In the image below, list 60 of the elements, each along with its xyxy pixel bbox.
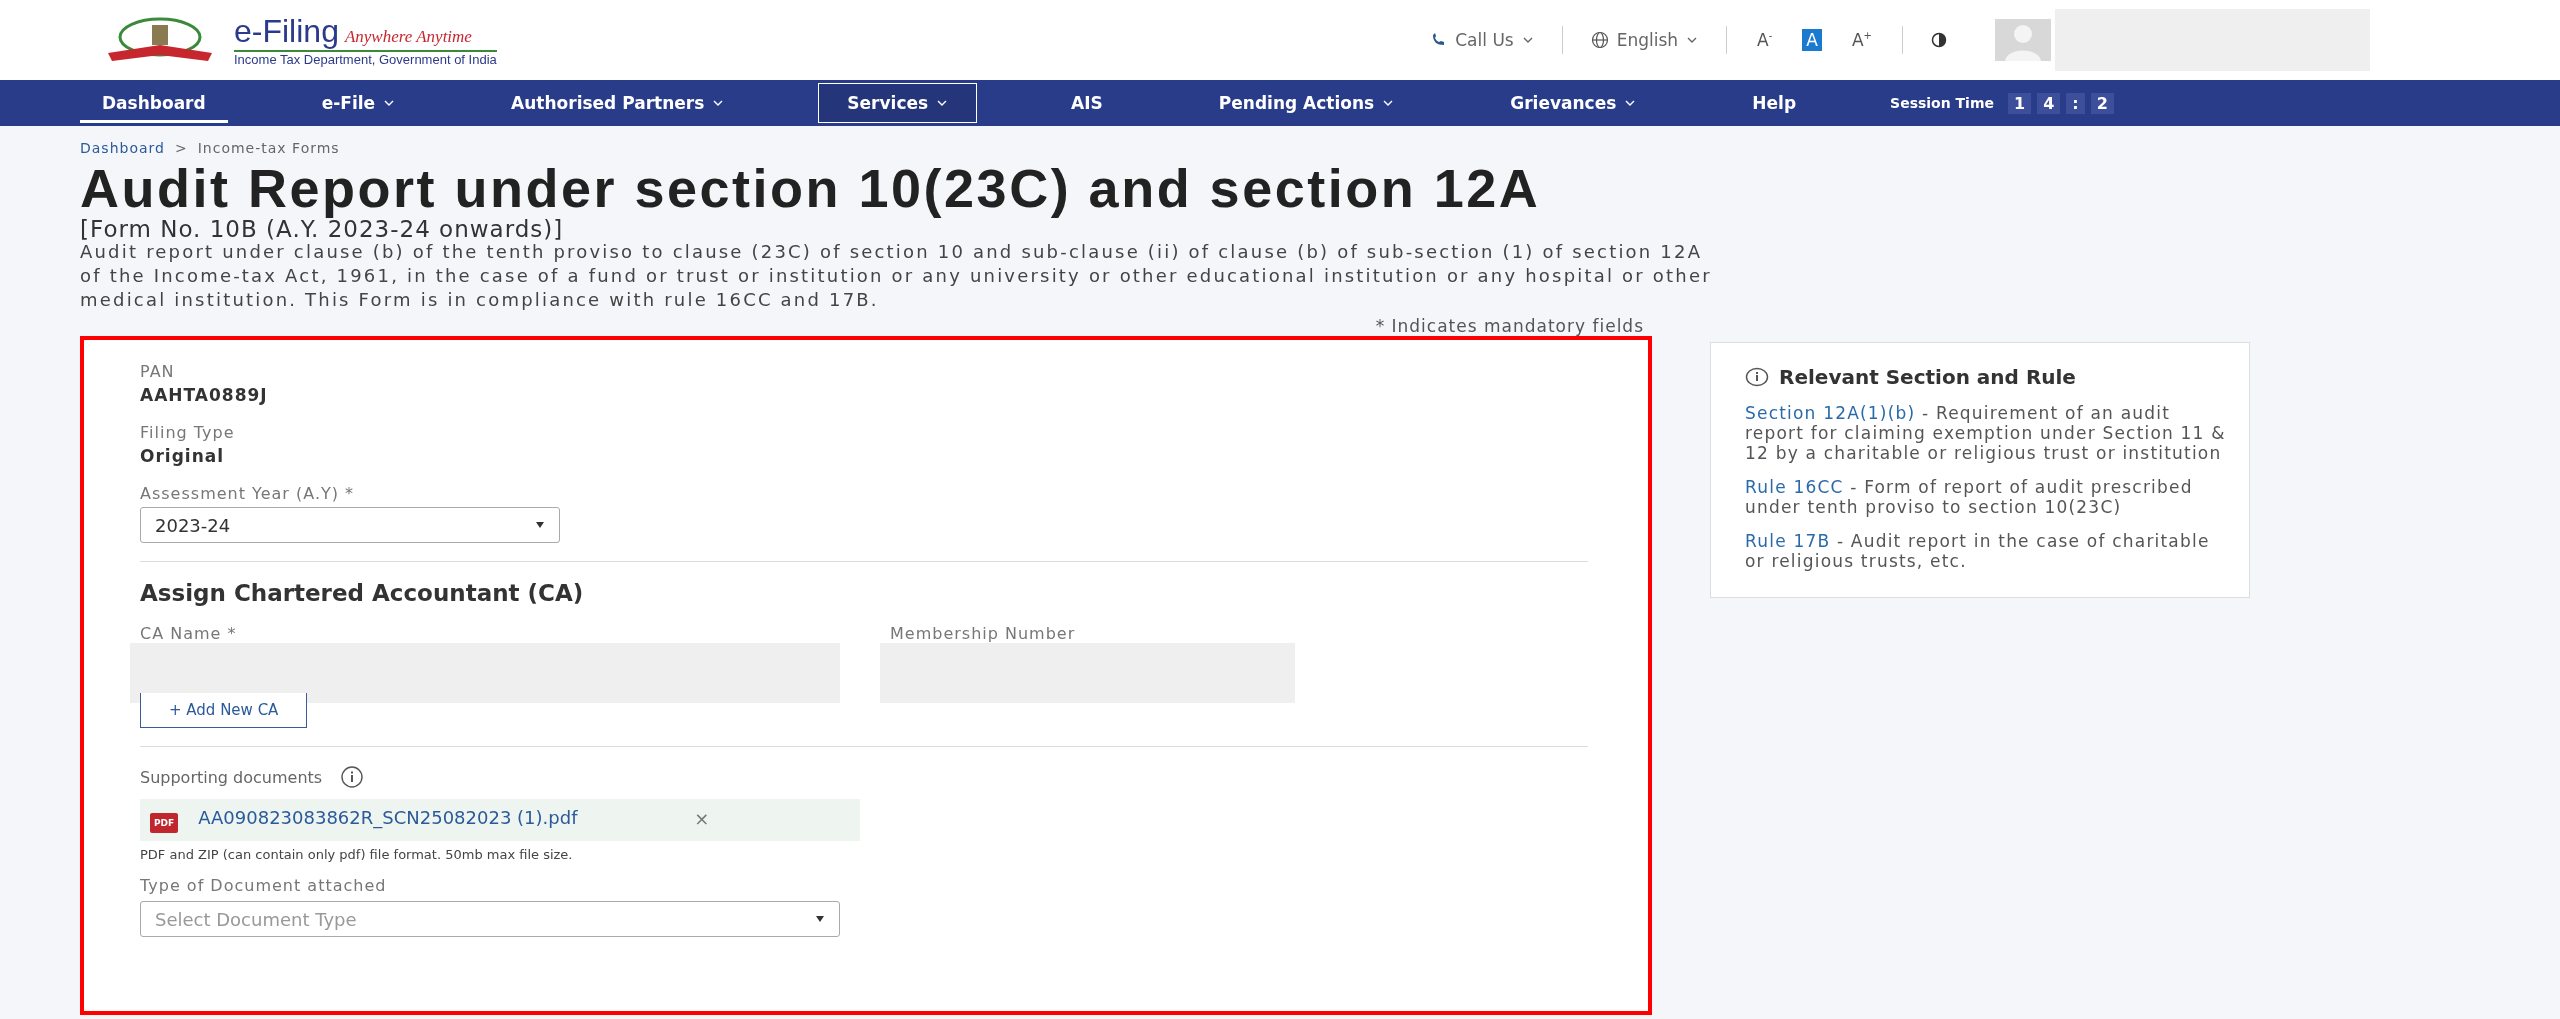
rule-description: Rule 17B - Audit report in the case of charitable or religious trusts, etc. <box>1745 531 2211 571</box>
rule-link[interactable]: Section 12A(1)(b) <box>1745 403 1916 423</box>
breadcrumb-separator: > <box>174 140 188 156</box>
page-description: Audit report under clause (b) of the tenth proviso to clause (23C) of section 10 and sub-clause (ii) of clause (b) of sub-section (1) of section 12A of the Income-tax Act, 1961, in the case of a fund or trust or institution or any university or other educational institution or any hospital or other medical institution. This Form is in compliance with rule 16CC and 17B. <box>80 240 1713 312</box>
avatar-icon <box>1995 19 2051 61</box>
field-label: Filing Type <box>140 423 235 442</box>
nav-item[interactable]: Services <box>818 83 978 123</box>
nav-item[interactable]: Help <box>1730 80 1819 126</box>
pdf-file-icon: PDF <box>150 813 179 833</box>
year-dropdown[interactable]: 2023-24 <box>140 507 560 543</box>
font-size-button[interactable]: A$^{-}$ <box>1753 29 1777 51</box>
field-label: Type of Document attached <box>140 876 387 895</box>
page-title: Audit Report under section 10(23C) and section 12A <box>80 158 1542 218</box>
breadcrumb-link[interactable]: Dashboard <box>80 140 165 156</box>
globe-icon <box>1590 31 1609 49</box>
rule-link[interactable]: Rule 16CC <box>1745 477 1844 497</box>
field-value: AAHTA0889J <box>140 385 268 405</box>
logo-tagline: Anywhere Anytime <box>344 27 472 47</box>
nav-item[interactable]: Grievances <box>1488 80 1659 126</box>
info-icon <box>1745 367 1769 387</box>
session-label: Session Time <box>1890 95 1994 111</box>
nav-item[interactable]: Authorised Partners <box>489 80 747 126</box>
nav-item[interactable]: AIS <box>1049 80 1125 126</box>
file-link[interactable]: AA090823083862R_SCN25082023 (1).pdf <box>198 807 669 829</box>
field-label: Supporting documents <box>140 767 323 787</box>
language-menu[interactable]: English <box>1588 28 1701 52</box>
info-icon <box>340 765 365 789</box>
rule-link[interactable]: Rule 17B <box>1745 531 1831 551</box>
timer-digit: 1 <box>2008 92 2032 114</box>
contrast-button[interactable] <box>1929 30 1949 50</box>
field-label: PAN <box>140 362 176 381</box>
breadcrumb-current: Income-tax Forms <box>197 140 340 156</box>
caret-icon <box>1686 36 1699 44</box>
nav-item[interactable]: Pending Actions <box>1196 80 1417 126</box>
field-label: Membership Number <box>890 624 1077 643</box>
timer-digit: : <box>2066 92 2085 114</box>
font-size-button[interactable]: A$^{+}$ <box>1847 29 1876 51</box>
form-number: [Form No. 10B (A.Y. 2023-24 onwards)] <box>80 218 565 240</box>
panel-title: Relevant Section and Rule <box>1779 365 2076 389</box>
font-size-button[interactable]: A <box>1802 29 1822 51</box>
nav-item[interactable]: e-File <box>299 80 418 126</box>
mandatory-note: * Indicates mandatory fields <box>1374 316 1645 336</box>
field-label: Assessment Year (A.Y) * <box>140 484 355 503</box>
dropdown-arrow-icon <box>535 522 545 528</box>
remove-file-button[interactable]: × <box>688 807 716 830</box>
timer-digit: 4 <box>2037 92 2061 114</box>
logo-subtitle: Income Tax Department, Government of India <box>234 52 497 67</box>
file-format-hint: PDF and ZIP (can contain only pdf) file format. 50mb max file size. <box>140 847 573 862</box>
rule-description: Rule 16CC - Form of report of audit prescribed under tenth proviso to section 10(23C) <box>1745 477 2194 517</box>
nav-item[interactable]: Dashboard <box>80 80 228 126</box>
dropdown-arrow-icon <box>815 916 825 922</box>
timer-digit: 2 <box>2090 92 2114 114</box>
section-heading: Assign Chartered Accountant (CA) <box>140 580 584 606</box>
call-us-menu[interactable]: Call Us <box>1429 28 1536 52</box>
logo-title: e-Filing <box>234 13 339 50</box>
caret-icon <box>1521 36 1534 44</box>
add-ca-button[interactable]: + Add New CA <box>140 693 308 728</box>
field-value: Original <box>140 446 226 466</box>
rule-description: Section 12A(1)(b) - Requirement of an audit report for claiming exemption under Section 11 & 12 by a charitable or religious trust or institution <box>1745 403 2227 463</box>
field-label: CA Name * <box>140 624 238 643</box>
